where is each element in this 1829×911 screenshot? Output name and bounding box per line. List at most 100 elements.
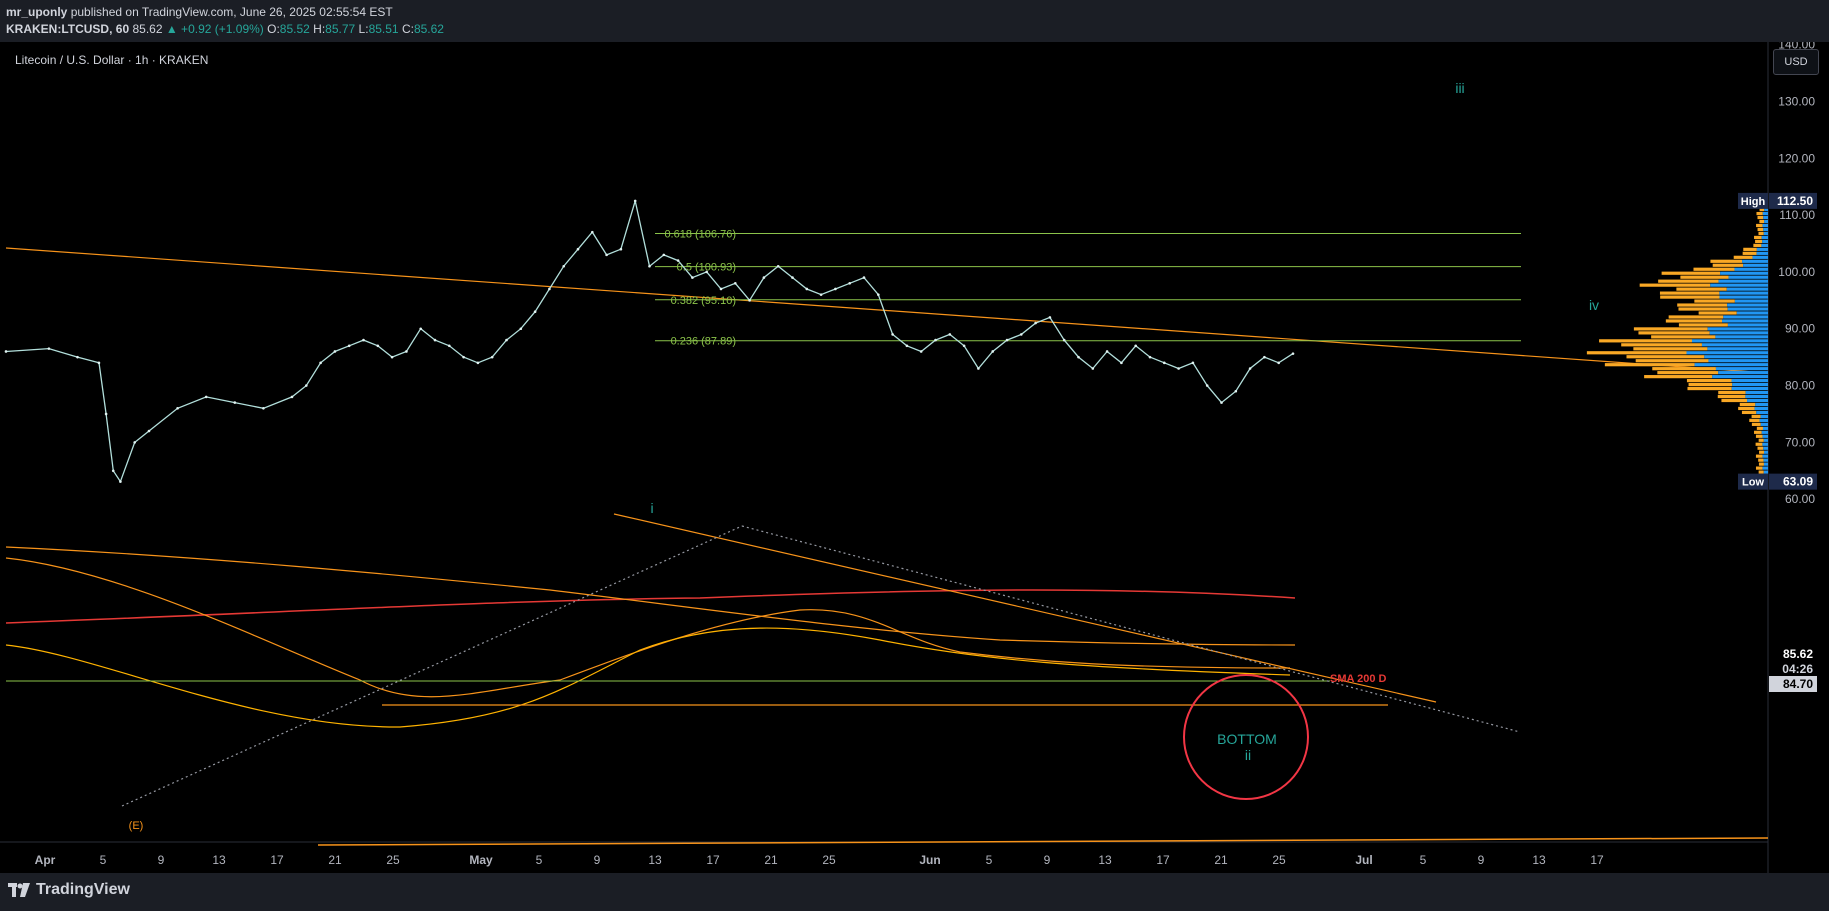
price-point <box>991 350 994 353</box>
volume-profile-bar-buy <box>1761 235 1768 240</box>
volume-profile-bar-sell <box>1733 255 1753 259</box>
volume-profile-bar-sell <box>1755 239 1763 244</box>
currency-button[interactable]: USD <box>1773 49 1819 75</box>
price-point <box>919 350 923 353</box>
price-point <box>405 350 408 353</box>
volume-profile-bar-sell <box>1680 275 1729 279</box>
price-point <box>1105 350 1109 353</box>
time-axis[interactable]: Apr 5 9 13 17 21 25 May 5 9 13 17 21 25 Jun 5 9 13 17 21 25 J… <box>35 853 1604 867</box>
price-tick-label: 90.00 <box>1785 322 1815 336</box>
price-tick-label: 130.00 <box>1778 94 1815 108</box>
volume-profile-bar-buy <box>1710 283 1768 287</box>
price-point <box>333 350 337 353</box>
time-tick-label: Jun <box>919 853 940 867</box>
price-point <box>948 333 952 336</box>
low-label: L: <box>358 22 369 36</box>
price-point <box>119 480 122 483</box>
volume-profile-bar-buy <box>1762 454 1768 458</box>
ma-orange-slow <box>5 546 1296 646</box>
price-point <box>605 253 608 257</box>
price-series-line <box>5 200 1294 484</box>
wave-label-i: i <box>650 500 653 516</box>
volume-profile-bar-buy <box>1719 291 1768 295</box>
author-name[interactable]: mr_uponly <box>6 5 67 19</box>
price-point <box>76 355 79 359</box>
price-point <box>1005 338 1009 342</box>
price-point <box>591 230 594 234</box>
price-point <box>505 338 508 342</box>
price-point <box>1220 401 1223 404</box>
volume-profile-bar-sell <box>1710 259 1743 263</box>
volume-profile-bar-sell <box>1755 434 1763 438</box>
volume-profile-bar-buy <box>1726 287 1768 291</box>
chart-area[interactable]: 2.236 (186.66)1.618 (156.14)0.618 (106.7… <box>0 42 1829 873</box>
volume-profile-bar-buy <box>1762 466 1768 470</box>
wave-label-ii: ii <box>1245 747 1251 763</box>
volume-profile-bar-sell <box>1758 470 1764 474</box>
price-point <box>662 253 666 257</box>
volume-profile-bar-buy <box>1708 359 1768 363</box>
volume-profile-bar-sell <box>1633 347 1708 351</box>
volume-profile-bar-sell <box>1677 303 1728 307</box>
price-point <box>1234 389 1238 393</box>
low-value: 85.51 <box>368 22 399 36</box>
volume-profile-bar-buy <box>1763 215 1768 220</box>
price-point <box>691 276 694 279</box>
time-tick-label: 5 <box>100 853 107 867</box>
tradingview-logo[interactable]: TradingView <box>8 881 130 899</box>
high-label: H: <box>313 22 326 36</box>
price-tick-label: 60.00 <box>1785 492 1815 506</box>
volume-profile-bar-sell <box>1661 271 1721 275</box>
volume-profile-bar-sell <box>1749 418 1760 422</box>
price-point <box>648 264 651 268</box>
volume-profile-bar-sell <box>1757 227 1764 232</box>
volume-profile-bar-buy <box>1763 446 1768 450</box>
volume-profile-bar-buy <box>1747 398 1768 403</box>
volume-profile-bar-sell <box>1651 335 1716 339</box>
price-point <box>705 270 708 274</box>
volume-profile-bar-buy <box>1762 211 1768 216</box>
volume-profile-bar-buy <box>1760 422 1768 426</box>
price-point <box>676 259 680 262</box>
time-tick-label: May <box>469 853 493 867</box>
wave-trendline-dotted-down <box>741 525 1521 733</box>
fib-level-label: 0.382 (95.10) <box>671 295 736 307</box>
volume-profile-bar-sell <box>1759 219 1765 224</box>
time-tick-label: 13 <box>1532 853 1546 867</box>
volume-profile-bar-buy <box>1731 386 1768 391</box>
volume-profile-bar-buy <box>1763 227 1768 232</box>
publish-header: mr_uponly published on TradingView.com, … <box>0 0 1829 42</box>
volume-profile-bar-buy <box>1762 434 1768 438</box>
price-point <box>776 264 780 268</box>
price-chart-svg[interactable]: 2.236 (186.66)1.618 (156.14)0.618 (106.7… <box>0 42 1829 873</box>
price-point <box>962 344 966 348</box>
volume-profile-bar-buy <box>1760 414 1768 419</box>
time-tick-label: 17 <box>706 853 720 867</box>
volume-profile-bar-sell <box>1738 406 1755 411</box>
price-point <box>305 384 308 387</box>
price-point <box>1205 384 1209 387</box>
open-label: O: <box>267 22 280 36</box>
volume-profile-bar-sell <box>1718 390 1746 395</box>
price-point <box>176 406 179 410</box>
volume-profile-bar-buy <box>1763 458 1768 462</box>
price-axis[interactable]: 60.00 70.00 80.00 90.00 100.00 110.00 120.00 13… <box>1778 42 1815 506</box>
time-tick-label: 5 <box>986 853 993 867</box>
volume-profile-bar-buy <box>1722 319 1768 323</box>
footer-bar: TradingView <box>0 873 1829 911</box>
volume-profile-bar-buy <box>1736 311 1768 315</box>
annotation-bottom: BOTTOM <box>1217 731 1277 747</box>
volume-profile-bar-buy <box>1719 295 1768 299</box>
price-point <box>1048 316 1052 319</box>
volume-profile-bar-sell <box>1678 323 1728 327</box>
price-point <box>1062 338 1066 342</box>
volume-profile-bar-sell <box>1660 295 1720 299</box>
volume-profile-bar-sell <box>1712 263 1744 267</box>
volume-profile-bar-sell <box>1586 351 1687 355</box>
sma-red-line <box>5 589 1296 624</box>
volume-profile-bar-sell <box>1758 458 1764 462</box>
price-point <box>891 333 894 336</box>
volume-profile-bar-sell <box>1739 402 1756 407</box>
price-point <box>490 355 494 359</box>
price-point <box>633 199 637 203</box>
